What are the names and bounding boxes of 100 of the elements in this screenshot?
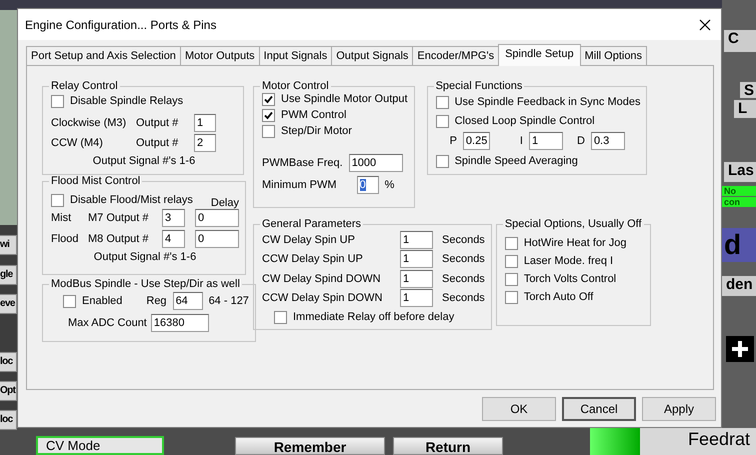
checkbox[interactable] (504, 290, 518, 304)
input-field[interactable]: 1 (400, 250, 433, 268)
input-field[interactable]: 0 (356, 176, 379, 194)
status-label: No (722, 186, 756, 196)
checkbox-label: Use Spindle Motor Output (281, 93, 408, 105)
checkbox-label: Use Spindle Feedback in Sync Modes (454, 96, 640, 108)
checkbox[interactable] (504, 236, 518, 250)
field-label: CW Delay Spin UP (262, 234, 356, 246)
checkbox[interactable] (274, 310, 287, 324)
side-label: S (740, 82, 756, 98)
field-label: CCW Delay Spin DOWN (262, 292, 384, 304)
field-label: Delay (210, 197, 239, 209)
field-label: CCW (M4) (51, 137, 104, 149)
input-field[interactable]: 0 (195, 209, 239, 227)
checkbox-label: Closed Loop Spindle Control (454, 115, 595, 127)
side-label: C (724, 30, 756, 52)
field-label: I (520, 135, 523, 147)
input-field[interactable]: 64 (172, 292, 203, 310)
tab[interactable]: Spindle Setup (498, 44, 581, 66)
dialog-button[interactable]: Apply (642, 397, 716, 421)
side-button[interactable]: loc (0, 410, 17, 430)
note-text: Output Signal #'s 1-6 (92, 155, 196, 167)
input-field[interactable]: 0 (195, 230, 239, 248)
group-title: Special Functions (434, 80, 524, 92)
side-button[interactable]: eve (0, 294, 17, 314)
field-label: Seconds (442, 234, 485, 246)
dialog-button[interactable]: OK (482, 397, 556, 421)
input-field[interactable]: 16380 (150, 314, 209, 332)
field-label: 64 - 127 (208, 295, 249, 307)
checkbox-label: Immediate Relay off before delay (293, 311, 454, 323)
field-label: M7 Output # (88, 212, 150, 224)
input-field[interactable]: 1 (528, 132, 563, 150)
status-label: con (722, 197, 756, 207)
input-field[interactable]: 4 (162, 230, 185, 248)
side-button[interactable]: gle (0, 265, 17, 285)
side-label: d (722, 228, 756, 262)
side-label: L (734, 100, 756, 118)
field-label: Flood (51, 233, 80, 245)
group-title: Special Options, Usually Off (504, 218, 643, 230)
input-field[interactable]: 0.3 (590, 132, 625, 150)
field-label: Reg (146, 295, 167, 307)
input-field[interactable]: 3 (162, 209, 185, 227)
checkbox-label: Disable Spindle Relays (70, 95, 184, 107)
side-button[interactable]: wi (0, 235, 17, 255)
checkbox[interactable] (51, 194, 64, 206)
field-label: P (450, 135, 457, 147)
checkbox[interactable] (262, 124, 275, 138)
input-field[interactable]: 0.25 (462, 132, 490, 150)
field-label: Seconds (442, 292, 485, 304)
checkbox[interactable] (63, 294, 76, 308)
input-field[interactable]: 1 (194, 114, 216, 132)
field-label: CCW Delay Spin UP (262, 253, 364, 266)
side-button[interactable]: loc (0, 352, 17, 372)
field-label: PWMBase Freq. (262, 157, 343, 169)
field-label: CW Delay Spind DOWN (262, 272, 382, 285)
field-label: % (384, 179, 394, 191)
side-button[interactable]: Opt (0, 381, 17, 401)
checkbox[interactable] (262, 108, 275, 122)
checkbox[interactable] (504, 272, 518, 286)
checkbox-label: PWM Control (281, 109, 346, 121)
group-title: Motor Control (261, 80, 330, 92)
plus-icon (726, 336, 754, 362)
return-button[interactable]: Return (393, 437, 503, 455)
checkbox-label: Torch Volts Control (524, 273, 616, 285)
field-label: Output # (136, 137, 180, 149)
checkbox[interactable] (504, 254, 518, 268)
checkbox[interactable] (51, 94, 64, 108)
field-label: D (576, 135, 585, 147)
field-label: Max ADC Count (68, 317, 147, 329)
checkbox[interactable] (436, 96, 449, 108)
field-label: Mist (51, 212, 72, 224)
group-title: ModBus Spindle - Use Step/Dir as well (50, 278, 241, 290)
tab[interactable]: Mill Options (580, 46, 648, 65)
checkbox-label: Spindle Speed Averaging (454, 155, 578, 167)
field-label: Output # (136, 117, 180, 129)
field-label: Seconds (442, 272, 485, 285)
field-label: Minimum PWM (262, 179, 337, 191)
field-label: Seconds (442, 253, 485, 266)
group-title: General Parameters (261, 218, 362, 230)
status-light (590, 428, 640, 455)
note-text: Output Signal #'s 1-6 (92, 251, 198, 263)
remember-button[interactable]: Remember (235, 437, 385, 455)
input-field[interactable]: 1000 (348, 154, 403, 172)
checkbox[interactable] (436, 154, 449, 168)
checkbox[interactable] (436, 114, 449, 128)
input-field[interactable]: 1 (400, 230, 433, 249)
mode-indicator: CV Mode (36, 436, 164, 455)
input-field[interactable]: 1 (400, 270, 433, 288)
checkbox-label: Disable Flood/Mist relays (70, 194, 193, 206)
checkbox-label: Step/Dir Motor (281, 125, 352, 137)
input-field[interactable]: 1 (400, 289, 433, 308)
field-label: Clockwise (M3) (51, 117, 128, 129)
field-label: M8 Output # (88, 233, 150, 245)
dialog-button[interactable]: Cancel (562, 397, 636, 421)
tab[interactable]: Port Setup and Axis Selection (26, 46, 181, 65)
input-field[interactable]: 2 (194, 134, 216, 152)
checkbox-label: Torch Auto Off (524, 291, 594, 303)
checkbox[interactable] (262, 92, 275, 106)
close-icon[interactable] (699, 18, 711, 30)
checkbox-label: Enabled (82, 295, 122, 307)
